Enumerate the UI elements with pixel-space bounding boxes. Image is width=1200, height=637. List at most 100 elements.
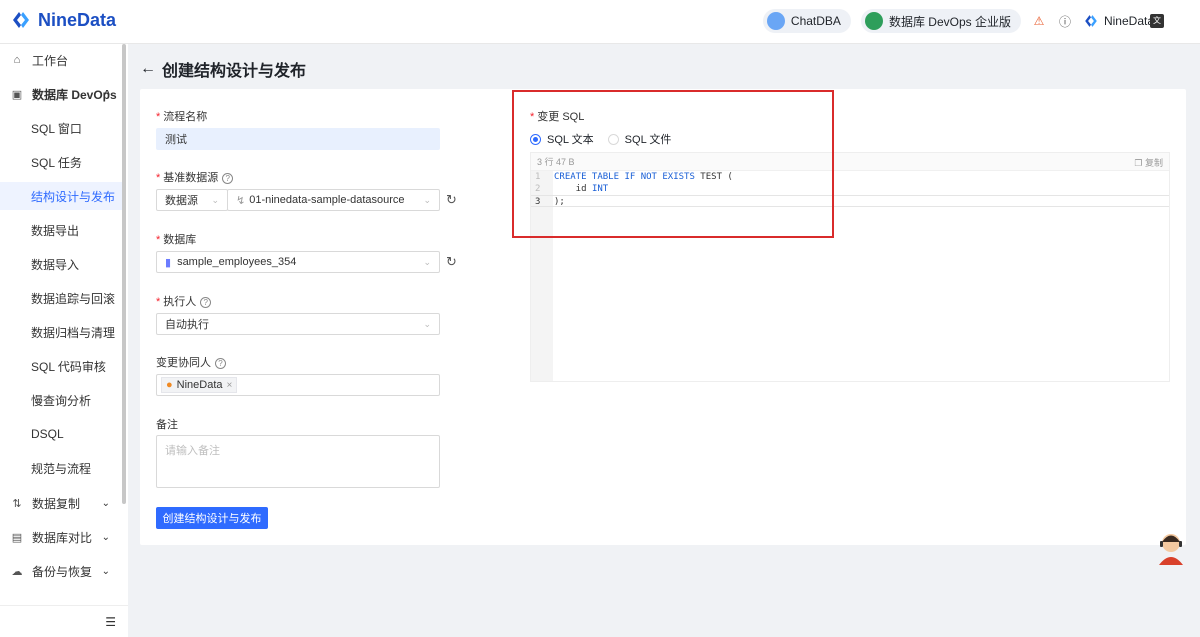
create-schema-release-button[interactable]: 创建结构设计与发布 — [156, 507, 268, 529]
sidebar-item-label: 数据复制 — [32, 496, 81, 511]
sidebar-item-label: 数据导出 — [31, 223, 80, 238]
user-name: NineData — [1103, 14, 1154, 28]
sidebar-scrollbar[interactable] — [122, 44, 126, 504]
sidebar-item-label: 数据库对比 — [32, 530, 93, 545]
sidebar-item-label: 数据追踪与回滚 — [31, 291, 116, 306]
sidebar-item-label: SQL 任务 — [31, 155, 82, 170]
brand-logo[interactable]: NineData — [10, 9, 116, 31]
executor-value: 自动执行 — [165, 319, 209, 331]
chatdba-button[interactable]: ChatDBA — [762, 9, 851, 33]
chevron-down-icon: ⌄ — [423, 256, 431, 267]
sidebar-item-label: 规范与流程 — [31, 461, 92, 476]
help-icon[interactable]: ⓘ — [1057, 13, 1073, 29]
highlight-box — [512, 90, 834, 238]
sidebar-item-compare[interactable]: ▤ 数据库对比 ⌄ — [0, 523, 122, 551]
datasource-value: 01-ninedata-sample-datasource — [249, 194, 405, 206]
user-menu[interactable]: NineData — [1083, 13, 1154, 29]
sidebar-item-replication[interactable]: ⇅ 数据复制 ⌄ — [0, 489, 122, 517]
sidebar-item-dsql[interactable]: DSQL — [0, 420, 122, 448]
sidebar-item-label: DSQL — [31, 427, 64, 441]
sidebar-item-schema-design[interactable]: 结构设计与发布 — [0, 182, 126, 210]
copy-label: 复制 — [1144, 158, 1163, 168]
refresh-database-icon[interactable]: ↻ — [446, 254, 457, 270]
language-icon[interactable]: 文 — [1150, 14, 1164, 28]
flow-name-value: 测试 — [165, 134, 187, 146]
collaborator-tag-label: NineData — [176, 379, 223, 391]
database-icon: ▮ — [165, 256, 172, 269]
user-avatar-icon: ● — [166, 379, 173, 391]
sidebar-item-sql-window[interactable]: SQL 窗口 — [0, 114, 122, 142]
sidebar-item-label: 数据导入 — [31, 257, 80, 272]
executor-label: * 执行人? — [156, 293, 212, 309]
chevron-down-icon: ⌄ — [101, 531, 110, 543]
collaborator-label: 变更协同人? — [156, 354, 226, 370]
page-title: ← 创建结构设计与发布 — [140, 57, 306, 81]
brand-name: NineData — [38, 9, 117, 30]
edition-label: 数据库 DevOps 企业版 — [888, 14, 1011, 29]
sidebar-item-label: 慢查询分析 — [31, 393, 92, 408]
sidebar-item-data-tracking[interactable]: 数据追踪与回滚 — [0, 284, 122, 312]
edition-button[interactable]: 数据库 DevOps 企业版 — [860, 9, 1021, 33]
page-title-text: 创建结构设计与发布 — [162, 63, 307, 80]
datasource-icon: ↯ — [236, 194, 246, 207]
sidebar-item-workbench[interactable]: ⌂ 工作台 — [0, 46, 122, 74]
flow-name-input[interactable]: 测试 — [156, 128, 440, 150]
remark-label: 备注 — [156, 419, 178, 431]
chevron-up-icon: ^ — [104, 88, 110, 100]
help-icon[interactable]: ? — [200, 296, 212, 308]
sidebar-item-devops[interactable]: ▣ 数据库 DevOps ^ — [0, 80, 122, 108]
executor-select[interactable]: 自动执行 ⌄ — [156, 313, 440, 335]
compare-icon: ▤ — [11, 531, 23, 544]
notification-icon[interactable]: ⚠ — [1031, 13, 1047, 29]
collaborator-select[interactable]: ● NineData × — [156, 374, 440, 396]
remove-tag-icon[interactable]: × — [227, 380, 233, 391]
help-icon[interactable]: ? — [222, 172, 234, 184]
remark-placeholder: 请输入备注 — [165, 445, 220, 457]
devops-icon: ▣ — [11, 88, 23, 101]
sidebar-item-label: SQL 窗口 — [31, 121, 82, 136]
sidebar-item-backup[interactable]: ☁ 备份与恢复 ⌄ — [0, 557, 122, 585]
collaborator-tag: ● NineData × — [161, 377, 238, 393]
sidebar-item-rules[interactable]: 规范与流程 — [0, 454, 122, 482]
database-label: * 数据库 — [156, 234, 197, 246]
sidebar-item-slow-query[interactable]: 慢查询分析 — [0, 386, 122, 414]
create-button-label: 创建结构设计与发布 — [162, 513, 262, 525]
assistant-avatar-icon[interactable] — [1156, 531, 1186, 565]
sidebar-item-label: 结构设计与发布 — [31, 189, 116, 204]
datasource-select[interactable]: ↯ 01-ninedata-sample-datasource ⌄ — [227, 189, 440, 211]
back-arrow-icon[interactable]: ← — [140, 60, 156, 78]
flow-name-label: * 流程名称 — [156, 111, 208, 123]
home-icon: ⌂ — [13, 54, 21, 66]
chatdba-label: ChatDBA — [790, 14, 841, 28]
datasource-type-value: 数据源 — [165, 195, 198, 207]
user-avatar-icon — [1085, 15, 1097, 27]
backup-icon: ☁ — [11, 565, 23, 578]
remark-textarea[interactable]: 请输入备注 — [156, 435, 440, 488]
help-icon[interactable]: ? — [215, 357, 226, 369]
database-value: sample_employees_354 — [177, 256, 297, 268]
chevron-down-icon: ⌄ — [423, 194, 431, 205]
chevron-down-icon: ⌄ — [101, 565, 110, 577]
sidebar-item-data-archive[interactable]: 数据归档与清理 — [0, 318, 122, 346]
chevron-down-icon: ⌄ — [211, 194, 219, 205]
sidebar: ⌂ 工作台 ▣ 数据库 DevOps ^ SQL 窗口 SQL 任务 结构设计与… — [0, 44, 128, 637]
sidebar-item-data-export[interactable]: 数据导出 — [0, 216, 122, 244]
sidebar-item-label: 备份与恢复 — [32, 564, 93, 579]
replication-icon: ⇅ — [12, 497, 22, 510]
collapse-menu-icon[interactable]: ☰ — [105, 615, 116, 629]
refresh-datasource-icon[interactable]: ↻ — [446, 192, 457, 208]
copy-button[interactable]: ❐ 复制 — [1134, 156, 1163, 169]
sidebar-item-sql-task[interactable]: SQL 任务 — [0, 148, 122, 176]
sidebar-item-sql-review[interactable]: SQL 代码审核 — [0, 352, 122, 380]
top-bar: NineData ChatDBA 数据库 DevOps 企业版 ⚠ ⓘ Nine… — [0, 0, 1200, 44]
chevron-down-icon: ⌄ — [423, 318, 431, 329]
globe-icon — [864, 12, 883, 30]
sidebar-item-label: 工作台 — [32, 53, 69, 68]
chatdba-icon — [766, 12, 785, 30]
datasource-type-select[interactable]: 数据源 ⌄ — [156, 189, 228, 211]
sidebar-item-label: SQL 代码审核 — [31, 359, 106, 374]
ninedata-logo-icon — [13, 12, 29, 28]
sidebar-item-label: 数据归档与清理 — [31, 325, 116, 340]
sidebar-item-data-import[interactable]: 数据导入 — [0, 250, 122, 278]
database-select[interactable]: ▮ sample_employees_354 ⌄ — [156, 251, 440, 273]
